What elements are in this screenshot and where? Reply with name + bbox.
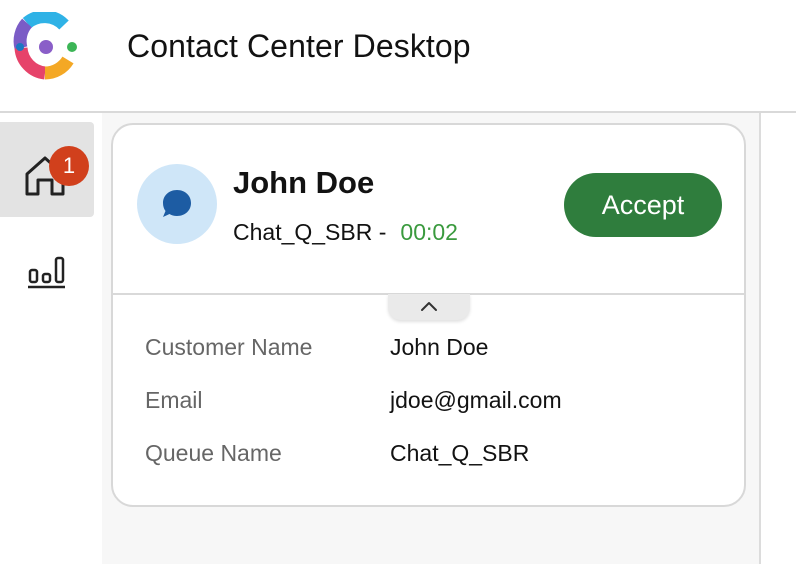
task-timer: 00:02	[400, 219, 458, 245]
email-label: Email	[145, 387, 203, 413]
app-header: Contact Center Desktop	[0, 0, 796, 113]
accept-button[interactable]: Accept	[564, 173, 722, 237]
notification-badge: 1	[49, 146, 89, 186]
incoming-task-card: John Doe Chat_Q_SBR - 00:02 Accept Custom…	[111, 123, 746, 507]
queue-name-value: Chat_Q_SBR	[390, 440, 530, 466]
sidebar: 1	[0, 113, 102, 564]
sidebar-item-home[interactable]: 1	[0, 122, 94, 217]
email-value: jdoe@gmail.com	[390, 387, 562, 413]
chevron-up-icon	[421, 302, 437, 311]
queue-label: Chat_Q_SBR -	[233, 219, 387, 245]
sidebar-item-statistics[interactable]	[0, 241, 94, 301]
chat-bubble-icon	[163, 190, 191, 217]
bar-chart-icon	[28, 256, 65, 289]
customer-title: John Doe	[233, 165, 375, 200]
customer-name-label: Customer Name	[145, 334, 313, 360]
webex-contact-center-logo-icon	[13, 12, 77, 80]
channel-avatar	[137, 164, 217, 244]
customer-name-value: John Doe	[390, 334, 489, 360]
queue-name-label: Queue Name	[145, 440, 282, 466]
right-panel-edge	[759, 113, 796, 564]
app-title: Contact Center Desktop	[127, 28, 471, 64]
queue-timer-line: Chat_Q_SBR - 00:02	[233, 219, 458, 246]
collapse-details-button[interactable]	[388, 294, 470, 320]
